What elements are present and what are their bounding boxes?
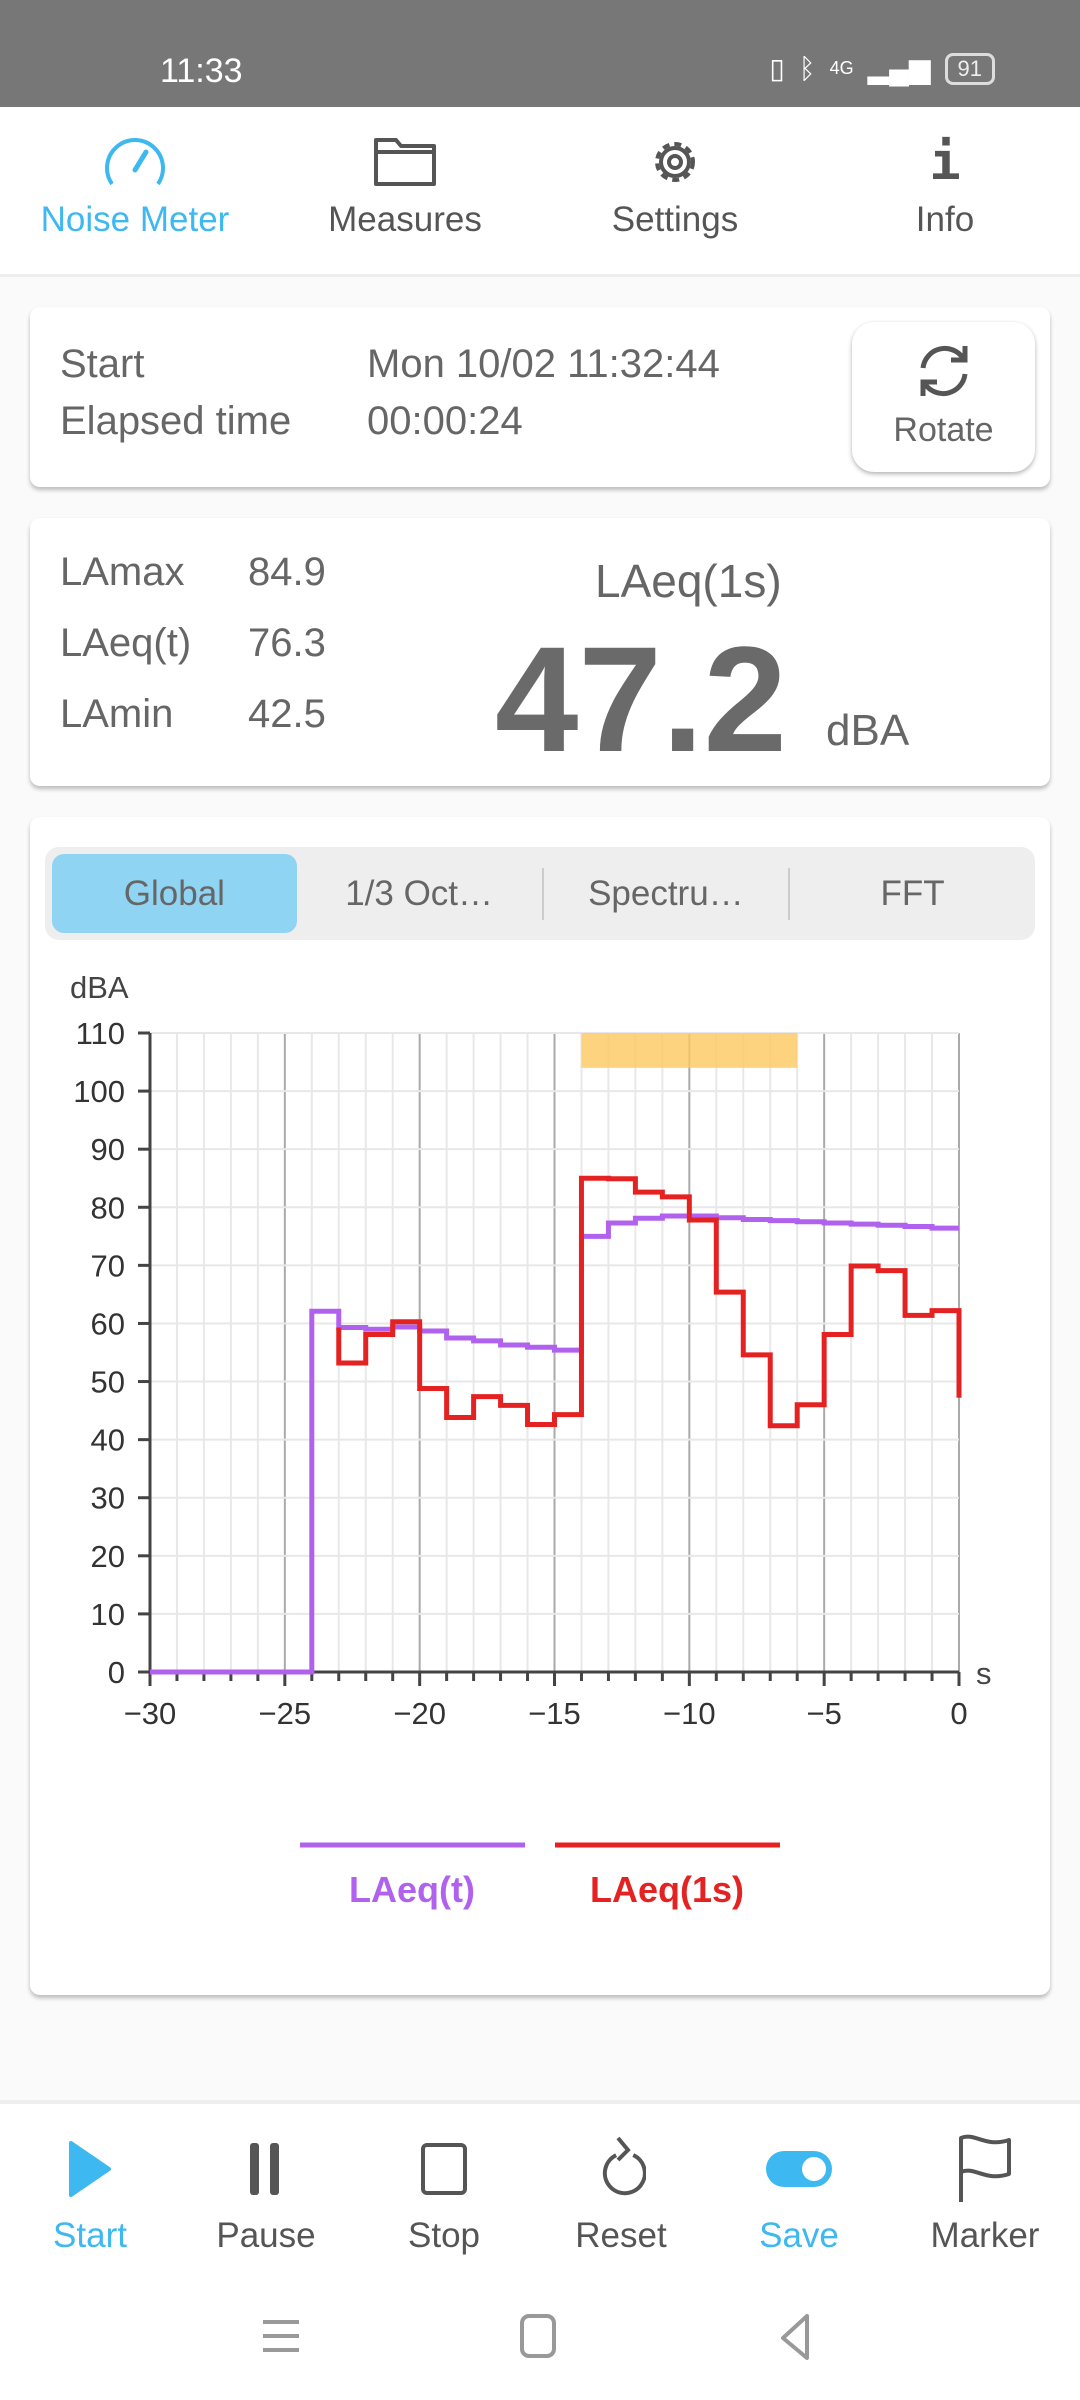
series-line-laeq-1s — [336, 1175, 962, 1429]
battery-icon: 91 — [944, 52, 995, 85]
vibrate-icon: ▯ — [769, 53, 785, 84]
y-tick-label: 100 — [73, 1074, 125, 1109]
network-label: 4G — [829, 58, 854, 78]
reset-icon — [602, 2136, 646, 2196]
y-tick-label: 110 — [76, 1016, 125, 1051]
y-tick-label: 80 — [91, 1190, 125, 1225]
toggle-on-icon — [766, 2151, 832, 2187]
reset-button[interactable]: Reset — [531, 2134, 711, 2256]
y-tick-label: 10 — [91, 1597, 125, 1632]
start-label: Start — [53, 2216, 127, 2255]
lamin-label: LAmin — [60, 692, 174, 736]
x-tick-label: −20 — [393, 1696, 446, 1731]
speedometer-icon — [105, 138, 165, 186]
rotate-button[interactable]: Rotate — [852, 322, 1035, 472]
lamin-value: 42.5 — [248, 692, 326, 736]
chart-tab-spectrum[interactable]: Spectru… — [544, 854, 789, 933]
chart-tab-fft[interactable]: FFT — [790, 854, 1035, 933]
main-level-unit: dBA — [826, 706, 910, 755]
marker-label: Marker — [930, 2216, 1040, 2255]
start-button[interactable]: Start — [0, 2134, 180, 2256]
x-axis-label: s — [976, 1656, 992, 1691]
gear-icon — [655, 142, 695, 182]
y-tick-label: 60 — [91, 1306, 125, 1341]
main-level-value: 47.2 — [495, 615, 787, 783]
stop-icon — [421, 2143, 467, 2195]
x-tick-label: −5 — [806, 1696, 841, 1731]
play-icon — [69, 2141, 111, 2197]
bluetooth-icon: ᛒ — [798, 52, 816, 84]
session-card: Start Mon 10/02 11:32:44 Elapsed time 00… — [30, 307, 1050, 487]
stop-button[interactable]: Stop — [354, 2134, 534, 2256]
start-label: Start — [60, 342, 145, 386]
tab-noise-meter[interactable]: Noise Meter — [0, 132, 270, 240]
recent-apps-icon[interactable] — [255, 2314, 305, 2359]
x-tick-label: −15 — [528, 1696, 581, 1731]
top-navigation: Noise Meter Measures Settings i Info — [0, 107, 1080, 277]
x-tick-label: −30 — [124, 1696, 177, 1731]
lamax-label: LAmax — [60, 550, 185, 594]
stop-label: Stop — [408, 2216, 480, 2255]
elapsed-label: Elapsed time — [60, 399, 292, 443]
levels-card: LAmax 84.9 LAeq(t) 76.3 LAmin 42.5 LAeq(… — [30, 518, 1050, 786]
legend-label-laeq-t: LAeq(t) — [349, 1869, 475, 1910]
chart-tab-global[interactable]: Global — [52, 854, 297, 933]
x-tick-label: −25 — [259, 1696, 312, 1731]
pause-button[interactable]: Pause — [176, 2134, 356, 2256]
laeqt-value: 76.3 — [248, 621, 326, 665]
tab-measures[interactable]: Measures — [270, 132, 540, 240]
tab-label: Noise Meter — [40, 200, 230, 239]
pause-icon — [250, 2143, 279, 2195]
y-axis-label: dBA — [70, 970, 129, 1005]
y-tick-label: 0 — [108, 1655, 125, 1690]
y-tick-label: 20 — [91, 1539, 125, 1574]
rotate-label: Rotate — [893, 411, 994, 449]
status-bar: 11:33 ▯ ᛒ 4G ▂▄▆ 91 — [0, 0, 1080, 107]
tab-label: Info — [915, 200, 975, 239]
legend-label-laeq-1s: LAeq(1s) — [590, 1869, 744, 1910]
y-tick-label: 50 — [91, 1365, 125, 1400]
x-tick-label: −10 — [663, 1696, 716, 1731]
marker-band — [581, 1033, 798, 1068]
pause-label: Pause — [216, 2216, 316, 2255]
laeqt-label: LAeq(t) — [60, 621, 192, 665]
flag-icon — [959, 2134, 1011, 2202]
chart-tab-third-octave[interactable]: 1/3 Oct… — [297, 854, 542, 933]
tab-label: Measures — [328, 200, 482, 239]
main-level-label: LAeq(1s) — [595, 555, 782, 607]
folder-icon — [374, 138, 436, 186]
reset-label: Reset — [575, 2216, 667, 2255]
rotate-icon — [920, 346, 967, 396]
noise-chart: 0 10 20 30 40 50 60 70 80 90 100 110 −30 −25 −20 −15 −10… — [70, 970, 992, 1910]
y-tick-label: 90 — [91, 1132, 125, 1167]
signal-icon: ▂▄▆ — [867, 53, 931, 84]
save-label: Save — [759, 2216, 839, 2255]
marker-button[interactable]: Marker — [895, 2134, 1075, 2256]
elapsed-value: 00:00:24 — [367, 399, 523, 443]
tab-settings[interactable]: Settings — [540, 132, 810, 240]
y-tick-label: 30 — [91, 1481, 125, 1516]
info-icon: i — [929, 132, 961, 192]
y-tick-label: 40 — [91, 1423, 125, 1458]
start-value: Mon 10/02 11:32:44 — [367, 342, 720, 386]
tab-label: Settings — [611, 200, 739, 239]
bottom-toolbar: Start Pause Stop Reset Save Marker — [0, 2100, 1080, 2400]
home-icon[interactable] — [518, 2312, 558, 2362]
tab-info[interactable]: i Info — [810, 132, 1080, 240]
chart-tabs: Global 1/3 Oct… Spectru… FFT — [45, 847, 1035, 940]
back-icon[interactable] — [775, 2312, 815, 2362]
y-tick-label: 70 — [91, 1248, 125, 1283]
x-tick-label: 0 — [950, 1696, 967, 1731]
clock: 11:33 — [160, 52, 243, 90]
lamax-value: 84.9 — [248, 550, 326, 594]
save-toggle[interactable]: Save — [709, 2134, 889, 2256]
